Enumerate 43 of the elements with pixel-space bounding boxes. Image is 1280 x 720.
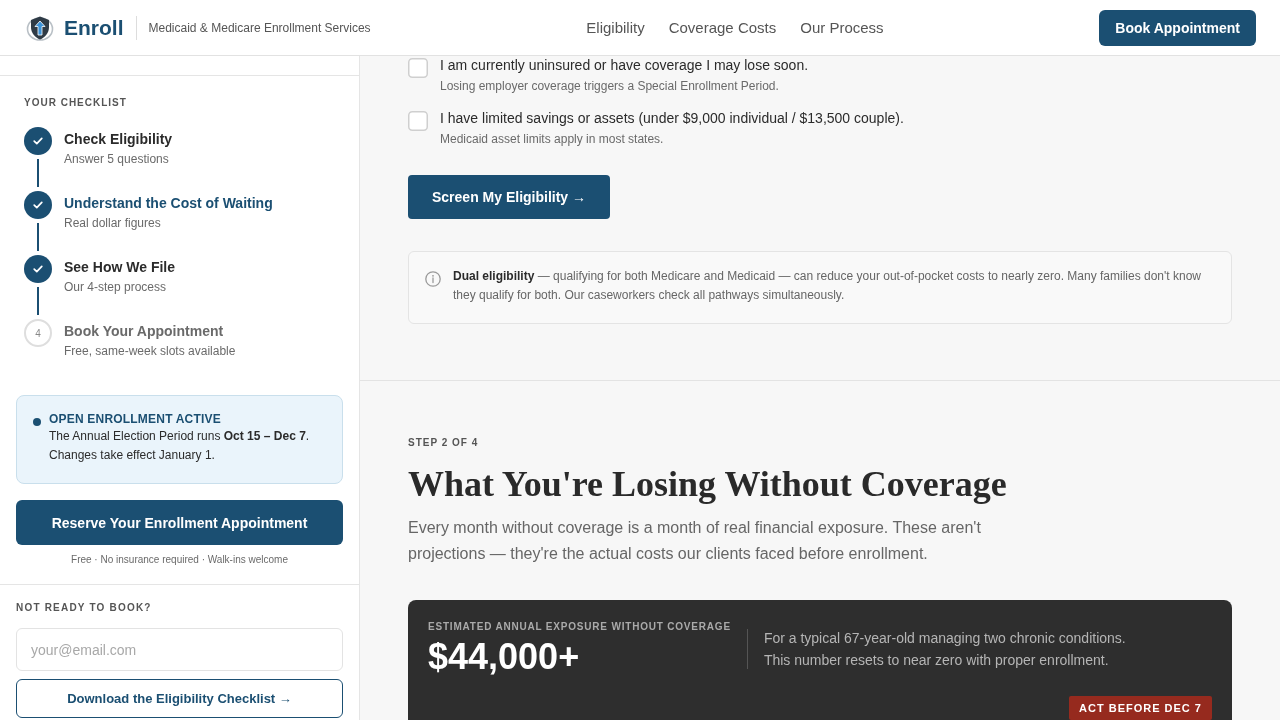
section-intro: Every month without coverage is a month of real financial exposure. These aren't projections — they're the actual costs our clients faced before enrollment. [408,518,982,564]
step-connector [37,159,39,187]
reserve-appointment-button[interactable]: Reserve Your Enrollment Appointment [16,500,343,545]
exposure-label: ESTIMATED ANNUAL EXPOSURE WITHOUT COVERAGE [428,620,731,633]
nav-link[interactable]: Our Process [800,17,884,38]
checklist-heading: YOUR CHECKLIST [24,97,128,109]
step-title[interactable]: See How We File [64,258,175,276]
lead-heading: NOT READY TO BOOK? [16,602,153,614]
step-subtitle: Free, same-week slots available [64,343,236,359]
exposure-amount: $44,000+ [428,637,581,677]
step-label: STEP 2 OF 4 [408,437,480,449]
hint-text: Losing employer coverage triggers a Special Enrollment Period. [440,78,780,94]
step-subtitle: Real dollar figures [64,215,162,231]
reserve-note: Free · No insurance required · Walk-ins welcome [70,553,289,567]
download-checklist-button[interactable]: Download the Eligibility Checklist → [16,679,343,718]
email-field[interactable]: your@email.com [16,628,343,671]
info-icon [425,271,441,287]
nav-link[interactable]: Coverage Costs [668,17,777,38]
nav-link[interactable]: Eligibility [586,17,645,38]
question-text: I am currently uninsured or have coverage I may lose soon. [440,56,809,74]
step-subtitle: Answer 5 questions [64,151,170,167]
screen-eligibility-button[interactable]: Screen My Eligibility → [408,175,611,219]
step-number: 4 [24,319,52,347]
section-heading: What You're Losing Without Coverage [408,463,1008,505]
status-dot-icon [33,418,41,426]
step-connector [37,287,39,315]
deadline-badge: ACT BEFORE DEC 7 [1069,696,1212,720]
exposure-description: For a typical 67-year-old managing two chronic conditions. This number resets to near zero with proper enrollment. [763,629,1127,670]
step-connector [37,223,39,251]
checkbox[interactable] [408,111,428,131]
notice-text: The Annual Election Period runs Oct 15 – Dec 7. Changes take effect January 1. [49,428,311,464]
step-title[interactable]: Check Eligibility [64,130,173,148]
step-title[interactable]: Understand the Cost of Waiting [64,194,273,212]
step-subtitle: Our 4-step process [64,279,168,295]
hint-text: Medicaid asset limits apply in most states. [440,131,665,147]
book-appointment-button[interactable]: Book Appointment [1099,9,1256,46]
tagline: Medicaid & Medicare Enrollment Services [148,20,371,35]
brand-name[interactable]: Enroll [64,14,124,41]
checkbox[interactable] [408,58,428,78]
notice-title: OPEN ENROLLMENT ACTIVE [49,411,222,427]
info-text: Dual eligibility — qualifying for both Medicare and Medicaid — can reduce your out-of-pocket costs to nearly zero. Many families don't know they qualify for both. Our caseworkers check all pathways simultaneously. [453,268,1202,304]
step-title[interactable]: Book Your Appointment [64,322,236,340]
question-text: I have limited savings or assets (under $9,000 individual / $13,500 couple). [440,109,904,127]
